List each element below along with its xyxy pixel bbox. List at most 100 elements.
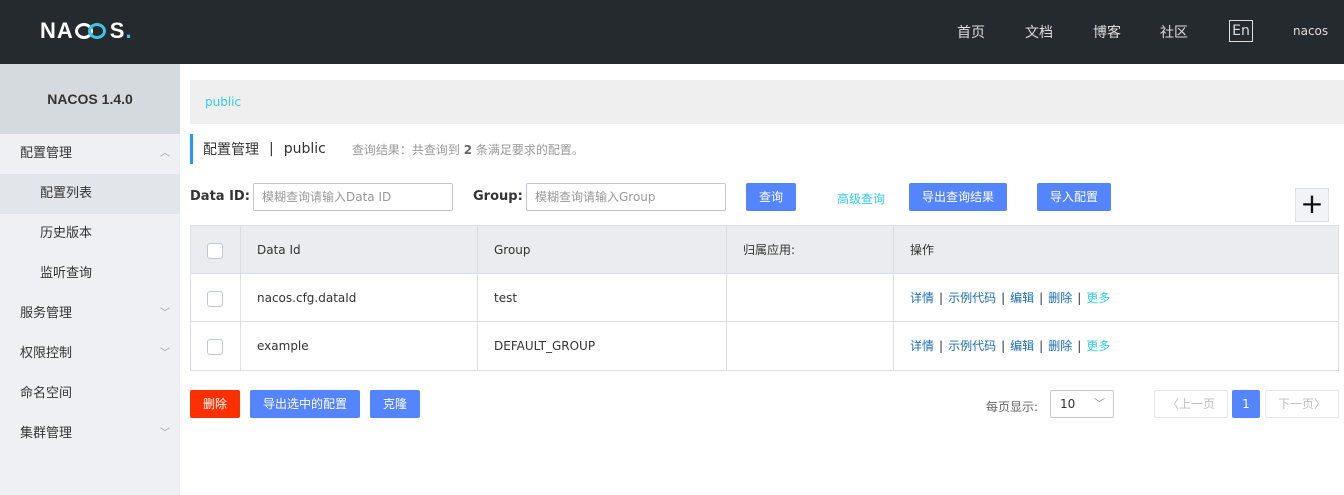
- detail-link[interactable]: 详情: [910, 291, 934, 305]
- summary-suffix: 条满足要求的配置。: [475, 142, 584, 157]
- sidebar-item-namespace[interactable]: 命名空间: [0, 374, 180, 414]
- table-header-row: Data Id Group 归属应用: 操作: [191, 226, 1338, 274]
- cell-dataid: example: [241, 322, 478, 370]
- edit-link[interactable]: 编辑: [1010, 291, 1034, 305]
- sample-code-link[interactable]: 示例代码: [948, 339, 996, 353]
- dataid-search-input[interactable]: [253, 183, 453, 211]
- row-checkbox[interactable]: [207, 338, 223, 355]
- page-number-current[interactable]: 1: [1232, 390, 1260, 418]
- main-content: public 配置管理 | public 查询结果：共查询到 2 条满足要求的配…: [180, 64, 1344, 495]
- nacos-logo[interactable]: NA S .: [40, 18, 133, 44]
- cell-app: [727, 274, 894, 321]
- select-all-checkbox[interactable]: [207, 242, 223, 259]
- sidebar: NACOS 1.4.0 配置管理 ︿ 配置列表 历史版本 监听查询 服务管理 ﹀…: [0, 64, 180, 495]
- username[interactable]: nacos: [1293, 24, 1328, 38]
- sidebar-item-config-management[interactable]: 配置管理 ︿: [0, 134, 180, 174]
- more-link[interactable]: 更多: [1086, 339, 1110, 353]
- ops-separator: |: [1039, 291, 1044, 305]
- row-select-cell: [191, 322, 241, 370]
- namespace-bar: public: [190, 80, 1344, 124]
- edit-link[interactable]: 编辑: [1010, 339, 1034, 353]
- row-checkbox[interactable]: [207, 290, 223, 307]
- group-label: Group:: [473, 189, 523, 204]
- namespace-link-public[interactable]: public: [205, 95, 241, 109]
- sidebar-item-label: 监听查询: [40, 266, 93, 281]
- logo-dot: .: [125, 18, 133, 43]
- ops-separator: |: [1077, 339, 1082, 353]
- advanced-query-link[interactable]: 高级查询: [837, 190, 885, 207]
- cell-operations: 详情 | 示例代码 | 编辑 | 删除 | 更多: [894, 274, 1338, 321]
- clone-button[interactable]: 克隆: [370, 390, 420, 418]
- ops-separator: |: [1039, 339, 1044, 353]
- sidebar-title: NACOS 1.4.0: [0, 64, 180, 134]
- ops-separator: |: [1001, 291, 1006, 305]
- sidebar-item-label: 集群管理: [20, 426, 73, 441]
- page-namespace: public: [283, 141, 326, 157]
- detail-link[interactable]: 详情: [910, 339, 934, 353]
- chevron-left-icon: 〈: [1166, 397, 1179, 411]
- chevron-down-icon: ﹀: [160, 308, 170, 319]
- row-select-cell: [191, 274, 241, 321]
- group-search-input[interactable]: [526, 183, 726, 211]
- query-summary: 查询结果：共查询到 2 条满足要求的配置。: [352, 141, 584, 158]
- export-selected-button[interactable]: 导出选中的配置: [250, 390, 360, 418]
- chevron-up-icon: ︿: [160, 148, 170, 159]
- language-toggle-button[interactable]: En: [1229, 20, 1253, 42]
- page-size-value: 10: [1060, 397, 1076, 411]
- sidebar-item-label: 配置列表: [40, 186, 93, 201]
- page-size-label: 每页显示:: [986, 400, 1039, 414]
- nav-home[interactable]: 首页: [957, 22, 985, 42]
- sample-code-link[interactable]: 示例代码: [948, 291, 996, 305]
- sidebar-item-label: 历史版本: [40, 226, 93, 241]
- next-page-button[interactable]: 下一页〉: [1265, 390, 1339, 418]
- cell-app: [727, 322, 894, 370]
- next-page-label: 下一页: [1277, 397, 1314, 411]
- table-row: nacos.cfg.dataId test 详情 | 示例代码 | 编辑 | 删除 | 更多: [191, 274, 1338, 322]
- delete-link[interactable]: 删除: [1048, 339, 1072, 353]
- logo-rings-icon: [74, 21, 109, 41]
- sidebar-item-label: 权限控制: [20, 346, 73, 361]
- column-header-app: 归属应用:: [727, 226, 894, 273]
- sidebar-item-listener-query[interactable]: 监听查询: [0, 254, 180, 294]
- delete-selected-button[interactable]: 删除: [190, 390, 240, 418]
- nav-community[interactable]: 社区: [1160, 22, 1188, 42]
- summary-count: 2: [463, 142, 473, 157]
- cell-operations: 详情 | 示例代码 | 编辑 | 删除 | 更多: [894, 322, 1338, 370]
- sidebar-item-label: 配置管理: [20, 146, 73, 161]
- query-button[interactable]: 查询: [746, 183, 796, 211]
- sidebar-item-service-management[interactable]: 服务管理 ﹀: [0, 294, 180, 334]
- ops-separator: |: [1077, 291, 1082, 305]
- sidebar-item-cluster-management[interactable]: 集群管理 ﹀: [0, 414, 180, 454]
- chevron-down-icon: ﹀: [1094, 397, 1105, 410]
- more-link[interactable]: 更多: [1086, 291, 1110, 305]
- table-row: example DEFAULT_GROUP 详情 | 示例代码 | 编辑 | 删除 | 更多: [191, 322, 1338, 370]
- sidebar-item-access-control[interactable]: 权限控制 ﹀: [0, 334, 180, 374]
- add-config-button[interactable]: +: [1295, 188, 1329, 222]
- export-query-results-button[interactable]: 导出查询结果: [909, 183, 1007, 211]
- chevron-down-icon: ﹀: [160, 348, 170, 359]
- column-header-dataid: Data Id: [241, 226, 478, 273]
- ops-separator: |: [1001, 339, 1006, 353]
- column-header-operations: 操作: [910, 243, 935, 257]
- sidebar-item-label: 服务管理: [20, 306, 73, 321]
- prev-page-button[interactable]: 〈上一页: [1154, 390, 1228, 418]
- summary-prefix: 查询结果：共查询到: [351, 142, 460, 157]
- sidebar-item-history[interactable]: 历史版本: [0, 214, 180, 254]
- nav-blog[interactable]: 博客: [1093, 22, 1121, 42]
- import-config-button[interactable]: 导入配置: [1037, 183, 1111, 211]
- nav-docs[interactable]: 文档: [1025, 22, 1053, 42]
- column-header-group: Group: [478, 226, 727, 273]
- sidebar-item-config-list[interactable]: 配置列表: [0, 174, 180, 214]
- cell-group: test: [478, 274, 727, 321]
- top-header: NA S . 首页 文档 博客 社区 En nacos: [0, 0, 1344, 64]
- page-size-select[interactable]: 10 ﹀: [1050, 390, 1114, 418]
- title-separator: |: [269, 141, 274, 157]
- logo-text-b: S: [109, 18, 126, 43]
- delete-link[interactable]: 删除: [1048, 291, 1072, 305]
- ops-separator: |: [939, 291, 944, 305]
- cell-group: DEFAULT_GROUP: [478, 322, 727, 370]
- ops-separator: |: [939, 339, 944, 353]
- dataid-label: Data ID:: [190, 189, 250, 204]
- chevron-down-icon: ﹀: [160, 428, 170, 439]
- logo-text-a: NA: [40, 18, 74, 43]
